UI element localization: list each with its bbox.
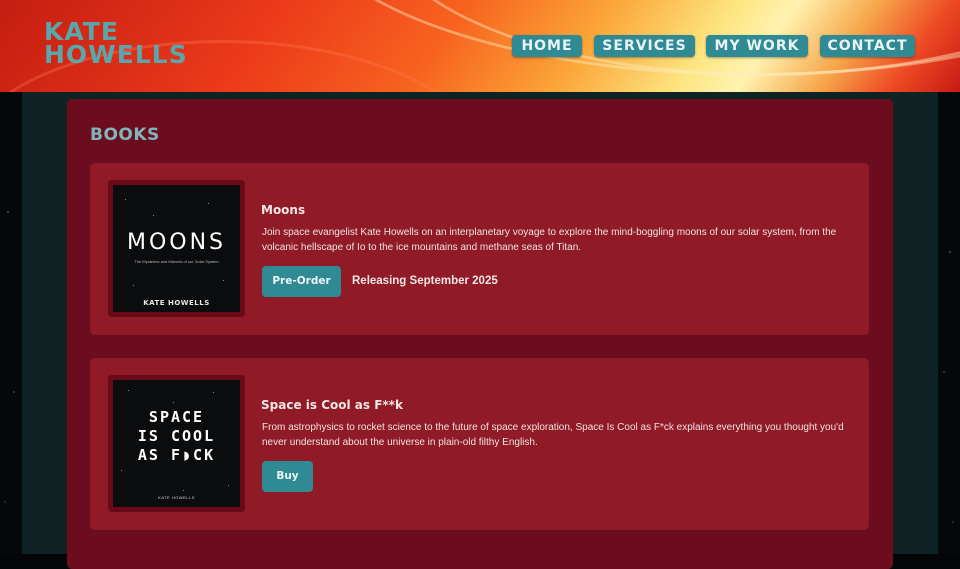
main-nav: HOME SERVICES MY WORK CONTACT bbox=[0, 35, 960, 57]
buy-button[interactable]: Buy bbox=[262, 461, 313, 492]
moons-cover-image[interactable]: MOONS The Mysteries and Marvels of our S… bbox=[113, 185, 240, 312]
book-description: Join space evangelist Kate Howells on an… bbox=[262, 227, 837, 253]
book-title: Moons bbox=[261, 203, 306, 217]
section-title: BOOKS bbox=[90, 125, 160, 145]
nav-contact-button[interactable]: CONTACT bbox=[820, 35, 915, 57]
cover-author: KATE HOWELLS bbox=[143, 299, 210, 307]
cover-subtitle: The Mysteries and Marvels of our Solar S… bbox=[134, 259, 219, 264]
space-cover-image[interactable]: SPACE IS COOL AS F◗CK KATE HOWELLS bbox=[113, 380, 240, 507]
nav-home-button[interactable]: HOME bbox=[512, 35, 582, 57]
cover-title: MOONS bbox=[126, 230, 227, 255]
cover-author: KATE HOWELLS bbox=[158, 495, 195, 500]
cover-line-2: IS COOL bbox=[137, 427, 216, 445]
book-title: Space is Cool as F**k bbox=[261, 398, 403, 412]
nav-my-work-button[interactable]: MY WORK bbox=[706, 35, 808, 57]
book-card-space-is-cool: SPACE IS COOL AS F◗CK KATE HOWELLS Space… bbox=[90, 358, 869, 530]
book-cover-frame: MOONS The Mysteries and Marvels of our S… bbox=[108, 180, 245, 317]
book-card-moons: MOONS The Mysteries and Marvels of our S… bbox=[90, 163, 869, 335]
cover-line-3: AS F◗CK bbox=[137, 446, 216, 464]
pre-order-button[interactable]: Pre-Order bbox=[262, 266, 341, 297]
cover-line-1: SPACE bbox=[148, 408, 205, 426]
book-cover-frame: SPACE IS COOL AS F◗CK KATE HOWELLS bbox=[108, 375, 245, 512]
release-date-text: Releasing September 2025 bbox=[352, 275, 498, 287]
nav-services-button[interactable]: SERVICES bbox=[594, 35, 695, 57]
site-header: KATE HOWELLS HOME SERVICES MY WORK CONTA… bbox=[0, 0, 960, 92]
book-description: From astrophysics to rocket science to t… bbox=[262, 422, 844, 448]
